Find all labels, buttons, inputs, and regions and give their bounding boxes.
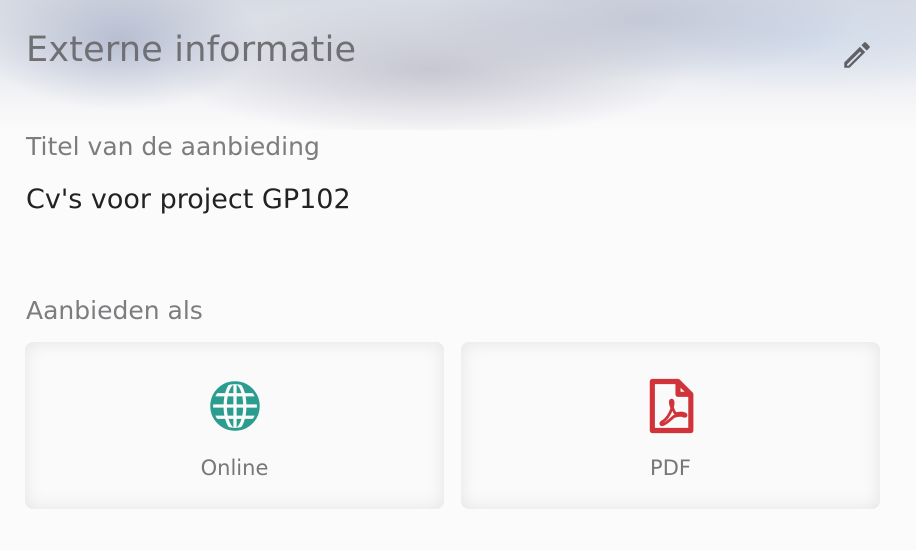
offer-title-value: Cv's voor project GP102 (26, 184, 351, 215)
offer-title-label: Titel van de aanbieding (26, 132, 320, 161)
option-pdf-label: PDF (650, 456, 691, 480)
page-title: Externe informatie (26, 30, 357, 70)
globe-icon (205, 376, 265, 436)
option-online-label: Online (200, 456, 269, 480)
edit-button[interactable] (836, 34, 878, 76)
option-online-card[interactable]: Online (25, 342, 444, 509)
external-info-screen: Externe informatie Titel van de aanbiedi… (0, 0, 916, 550)
pdf-file-icon (641, 376, 701, 436)
option-pdf-card[interactable]: PDF (461, 342, 880, 509)
offer-as-label: Aanbieden als (26, 296, 203, 325)
pencil-icon (844, 42, 870, 68)
